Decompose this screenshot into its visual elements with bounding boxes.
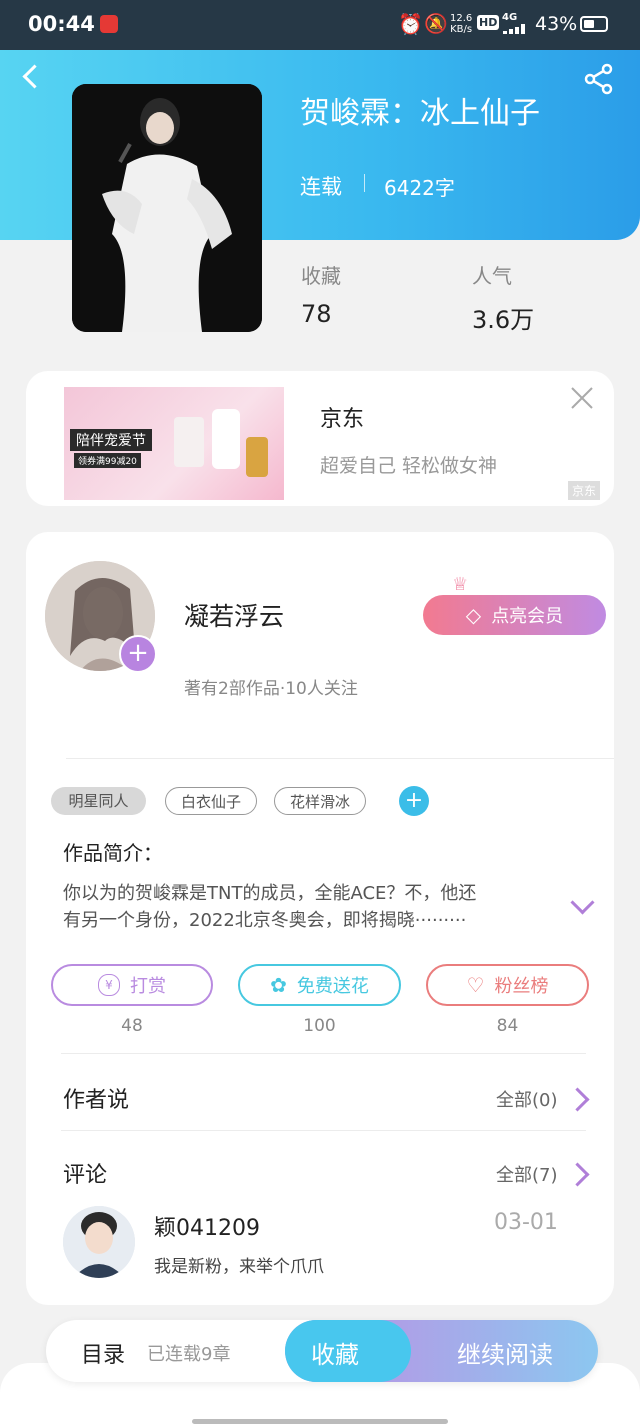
- header-divider: [364, 174, 365, 192]
- yen-icon: ¥: [98, 974, 120, 996]
- reward-button[interactable]: ¥ 打赏: [51, 964, 213, 1006]
- divider: [66, 758, 614, 759]
- speed-unit: KB/s: [450, 24, 473, 35]
- author-name[interactable]: 凝若浮云: [184, 597, 284, 633]
- continue-read-label: 继续阅读: [457, 1341, 553, 1369]
- vip-button[interactable]: ◇ 点亮会员: [423, 595, 606, 635]
- ad-source-label: 京东: [568, 481, 601, 500]
- tag-chip[interactable]: 明星同人: [51, 787, 146, 815]
- crown-icon: ♕: [452, 574, 469, 595]
- reward-label: 打赏: [130, 976, 166, 997]
- comment-text: 我是新粉，来举个爪爪: [154, 1257, 324, 1277]
- share-icon[interactable]: [582, 62, 616, 96]
- popularity-value: 3.6万: [472, 306, 535, 334]
- close-icon[interactable]: [569, 385, 595, 411]
- ad-banner-image[interactable]: 陪伴宠爱节 领券满99减20: [64, 387, 284, 500]
- expand-intro-icon[interactable]: [570, 890, 595, 915]
- chapter-count: 已连载9章: [147, 1344, 231, 1365]
- popularity-label: 人气: [472, 264, 512, 288]
- bottom-action-bar: 目录 已连载9章 继续阅读 收藏: [46, 1320, 598, 1382]
- ad-banner-subtitle: 领券满99减20: [74, 453, 141, 468]
- signal-icon: [503, 24, 529, 34]
- home-indicator: [192, 1419, 448, 1424]
- add-tag-button[interactable]: +: [399, 786, 429, 816]
- battery-icon: [580, 16, 608, 32]
- chevron-right-icon: [565, 1162, 590, 1187]
- status-time: 00:44: [28, 12, 95, 36]
- book-word-count: 6422字: [384, 176, 455, 200]
- fan-rank-button[interactable]: ♡ 粉丝榜: [426, 964, 589, 1006]
- user-heart-icon: ♡: [466, 973, 485, 997]
- follow-author-button[interactable]: +: [119, 635, 157, 673]
- flower-count: 100: [303, 1016, 336, 1036]
- author-says-row[interactable]: 作者说 全部(0): [26, 1062, 614, 1132]
- commenter-avatar[interactable]: [63, 1206, 135, 1278]
- favorites-count: 78: [301, 300, 332, 328]
- ad-card[interactable]: 陪伴宠爱节 领券满99减20 京东 超爱自己 轻松做女神 京东: [26, 371, 614, 506]
- comments-label: 评论: [63, 1163, 108, 1188]
- battery-percent: 43%: [535, 13, 578, 35]
- intro-label: 作品简介：: [63, 841, 163, 865]
- comment-date: 03-01: [494, 1210, 558, 1235]
- book-title: 贺峻霖：冰上仙子: [300, 96, 540, 131]
- alarm-icon: ⏰: [398, 12, 423, 36]
- intro-text-line1: 你以为的贺峻霖是TNT的成员，全能ACE？不，他还: [63, 883, 477, 904]
- send-flower-label: 免费送花: [296, 976, 369, 997]
- vip-button-label: 点亮会员: [491, 606, 564, 627]
- hd-badge: HD: [477, 15, 500, 30]
- commenter-name[interactable]: 颖041209: [154, 1210, 260, 1242]
- author-says-all: 全部(0): [496, 1090, 558, 1111]
- app-notification-icon: [100, 15, 118, 33]
- comment-item[interactable]: 颖041209 03-01 我是新粉，来举个爪爪: [26, 1202, 614, 1292]
- back-button[interactable]: [22, 64, 47, 89]
- tag-chip[interactable]: 花样滑冰: [274, 787, 366, 815]
- book-detail-card: + 凝若浮云 著有2部作品·10人关注 ♕ ◇ 点亮会员 明星同人 白衣仙子 花…: [26, 532, 614, 1305]
- intro-text-line2: 有另一个身份，2022北京冬奥会，即将揭晓·········: [63, 910, 467, 931]
- book-cover[interactable]: [72, 84, 262, 332]
- comments-header-row[interactable]: 评论 全部(7): [26, 1138, 614, 1198]
- diamond-icon: ◇: [465, 603, 482, 627]
- mute-icon: 🔕: [424, 13, 448, 35]
- tag-chip[interactable]: 白衣仙子: [165, 787, 257, 815]
- flower-icon: ✿: [270, 973, 287, 997]
- ad-slogan: 超爱自己 轻松做女神: [320, 455, 498, 477]
- toc-button[interactable]: 目录: [81, 1337, 125, 1369]
- product-bottle: [212, 409, 240, 469]
- divider: [61, 1053, 586, 1054]
- status-bar: 00:44 ⏰ 🔕 12.6 KB/s HD 4G 43%: [0, 0, 640, 50]
- comments-all: 全部(7): [496, 1165, 558, 1186]
- network-speed: 12.6 KB/s: [450, 13, 472, 35]
- favorite-button[interactable]: 收藏: [285, 1320, 411, 1382]
- ad-advertiser: 京东: [320, 407, 365, 432]
- product-bottle: [246, 437, 268, 477]
- book-status: 连载: [300, 175, 342, 199]
- reward-count: 48: [121, 1016, 143, 1036]
- fan-rank-count: 84: [496, 1016, 519, 1036]
- divider: [61, 1130, 586, 1131]
- fan-rank-label: 粉丝榜: [494, 976, 549, 997]
- product-bottle: [174, 417, 204, 467]
- network-type: 4G: [502, 12, 518, 23]
- ad-banner-title: 陪伴宠爱节: [70, 429, 152, 451]
- favorite-button-label: 收藏: [311, 1341, 359, 1369]
- author-meta: 著有2部作品·10人关注: [184, 679, 358, 699]
- author-says-label: 作者说: [63, 1088, 130, 1113]
- favorites-label: 收藏: [301, 264, 341, 288]
- speed-value: 12.6: [450, 13, 473, 24]
- send-flower-button[interactable]: ✿ 免费送花: [238, 964, 401, 1006]
- chevron-right-icon: [565, 1087, 590, 1112]
